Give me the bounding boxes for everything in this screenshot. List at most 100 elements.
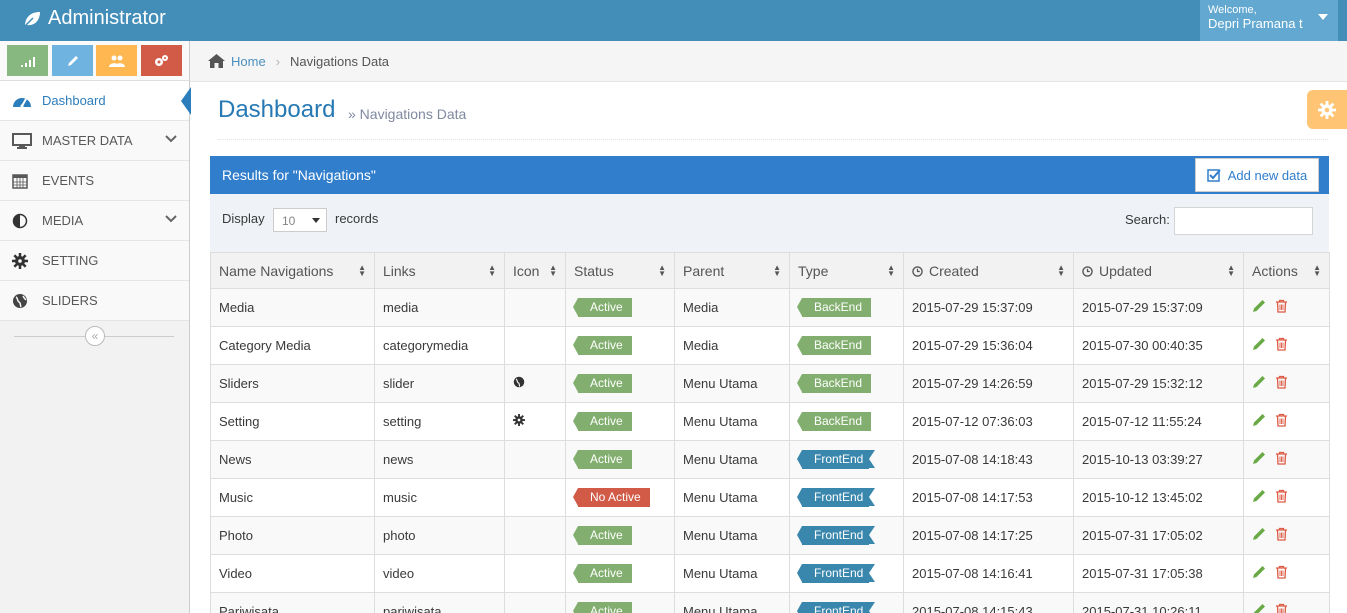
trash-icon[interactable]	[1275, 451, 1288, 465]
column-header-parent[interactable]: Parent ▲ ▼	[674, 252, 790, 289]
delete-button[interactable]	[1275, 603, 1288, 613]
column-header-name-navigations[interactable]: Name Navigations ▲ ▼	[210, 252, 375, 289]
pencil-icon[interactable]	[1252, 337, 1266, 351]
column-header-created[interactable]: Created ▲ ▼	[903, 252, 1074, 289]
table-row: Photo photo Active Menu Utama FrontEnd 2015-0…	[210, 516, 1330, 555]
delete-button[interactable]	[1275, 413, 1288, 430]
table-row: Sliders slider Active Menu Utama BackEnd 2015…	[210, 364, 1330, 403]
sort-icon[interactable]: ▲ ▼	[358, 264, 366, 278]
edit-button[interactable]	[1252, 337, 1266, 354]
edit-button[interactable]	[1252, 527, 1266, 544]
delete-button[interactable]	[1275, 337, 1288, 354]
sidebar-item-sliders[interactable]: SLIDERS	[0, 281, 189, 321]
check-square-icon	[1206, 169, 1221, 182]
pencil-icon[interactable]	[1252, 489, 1266, 503]
delete-button[interactable]	[1275, 375, 1288, 392]
row-actions	[1252, 489, 1329, 506]
column-header-links[interactable]: Links ▲ ▼	[374, 252, 505, 289]
trash-icon[interactable]	[1275, 375, 1288, 389]
edit-button[interactable]	[1252, 375, 1266, 392]
sort-icon[interactable]: ▲ ▼	[1313, 264, 1321, 278]
add-new-data-button[interactable]: Add new data	[1195, 158, 1319, 192]
sort-icon[interactable]: ▲ ▼	[658, 264, 666, 278]
sort-icon[interactable]: ▲ ▼	[549, 264, 557, 278]
column-header-icon[interactable]: Icon ▲ ▼	[504, 252, 566, 289]
breadcrumb-home-link[interactable]: Home	[231, 54, 266, 69]
pencil-icon[interactable]	[1252, 413, 1266, 427]
signal-shortcut-button[interactable]	[7, 45, 48, 76]
cell-parent: Menu Utama	[674, 364, 790, 403]
pencil-icon[interactable]	[1252, 603, 1266, 613]
sort-icon[interactable]: ▲ ▼	[773, 264, 781, 278]
row-actions	[1252, 375, 1329, 392]
search-input[interactable]	[1174, 207, 1313, 235]
pencil-icon[interactable]	[1252, 451, 1266, 465]
cell-updated: 2015-10-13 03:39:27	[1073, 440, 1244, 479]
edit-button[interactable]	[1252, 451, 1266, 468]
sidebar-item-media[interactable]: MEDIA	[0, 201, 189, 241]
edit-button[interactable]	[1252, 489, 1266, 506]
sidebar-collapse-button[interactable]: «	[85, 326, 105, 346]
chevron-down-icon	[165, 215, 177, 223]
type-badge: BackEnd	[796, 374, 872, 393]
cell-created: 2015-07-08 14:15:43	[903, 592, 1074, 613]
cell-link: pariwisata	[374, 592, 505, 613]
sort-icon[interactable]: ▲ ▼	[887, 264, 895, 278]
type-cell: BackEnd	[789, 364, 904, 403]
edit-button[interactable]	[1252, 413, 1266, 430]
page-size-select[interactable]: 10	[273, 208, 327, 232]
sidebar-item-label: MASTER DATA	[42, 133, 133, 148]
table-row: Media media Active Media BackEnd 2015-07-29 1…	[210, 288, 1330, 327]
table-toolbar: Display 10 records Search:	[210, 194, 1329, 252]
delete-button[interactable]	[1275, 489, 1288, 506]
column-header-actions[interactable]: Actions ▲ ▼	[1243, 252, 1330, 289]
pencil-icon[interactable]	[1252, 299, 1266, 313]
cell-updated: 2015-07-31 17:05:38	[1073, 554, 1244, 593]
sidebar-item-setting[interactable]: SETTING	[0, 241, 189, 281]
sidebar-item-events[interactable]: EVENTS	[0, 161, 189, 201]
edit-button[interactable]	[1252, 565, 1266, 582]
pencil-icon[interactable]	[1252, 565, 1266, 579]
edit-button[interactable]	[1252, 603, 1266, 613]
status-badge: Active	[573, 526, 632, 545]
trash-icon[interactable]	[1275, 489, 1288, 503]
sort-icon[interactable]: ▲ ▼	[1227, 264, 1235, 278]
search-label: Search:	[1125, 212, 1170, 227]
sort-icon[interactable]: ▲ ▼	[1057, 264, 1065, 278]
column-header-status[interactable]: Status ▲ ▼	[565, 252, 675, 289]
trash-icon[interactable]	[1275, 299, 1288, 313]
delete-button[interactable]	[1275, 451, 1288, 468]
trash-icon[interactable]	[1275, 565, 1288, 579]
pencil-icon[interactable]	[1252, 527, 1266, 541]
type-cell: FrontEnd	[789, 478, 904, 517]
settings-toggle-button[interactable]	[1307, 90, 1347, 129]
cell-name: News	[210, 440, 375, 479]
sidebar-item-master-data[interactable]: MASTER DATA	[0, 121, 189, 161]
cogs-shortcut-button[interactable]	[141, 45, 182, 76]
sidebar-item-dashboard[interactable]: Dashboard	[0, 81, 191, 121]
delete-button[interactable]	[1275, 565, 1288, 582]
delete-button[interactable]	[1275, 527, 1288, 544]
table-row: News news Active Menu Utama FrontEnd 2015-07-…	[210, 440, 1330, 479]
navigations-table: Name Navigations ▲ ▼ Links ▲ ▼ Icon ▲ ▼ Status ▲ ▼ P…	[210, 252, 1330, 613]
delete-button[interactable]	[1275, 299, 1288, 316]
trash-icon[interactable]	[1275, 337, 1288, 351]
pencil-shortcut-button[interactable]	[52, 45, 93, 76]
status-badge: No Active	[573, 488, 650, 507]
trash-icon[interactable]	[1275, 603, 1288, 613]
status-badge: Active	[573, 602, 632, 613]
users-shortcut-button[interactable]	[96, 45, 137, 76]
column-header-updated[interactable]: Updated ▲ ▼	[1073, 252, 1244, 289]
pencil-icon[interactable]	[1252, 375, 1266, 389]
column-header-type[interactable]: Type ▲ ▼	[789, 252, 904, 289]
trash-icon[interactable]	[1275, 527, 1288, 541]
user-menu[interactable]: Welcome, Depri Pramana t	[1200, 0, 1338, 41]
brand[interactable]: Administrator	[22, 7, 166, 30]
edit-button[interactable]	[1252, 299, 1266, 316]
row-actions	[1252, 527, 1329, 544]
cell-parent: Menu Utama	[674, 592, 790, 613]
type-cell: BackEnd	[789, 288, 904, 327]
sort-icon[interactable]: ▲ ▼	[488, 264, 496, 278]
trash-icon[interactable]	[1275, 413, 1288, 427]
cell-actions	[1243, 478, 1330, 517]
